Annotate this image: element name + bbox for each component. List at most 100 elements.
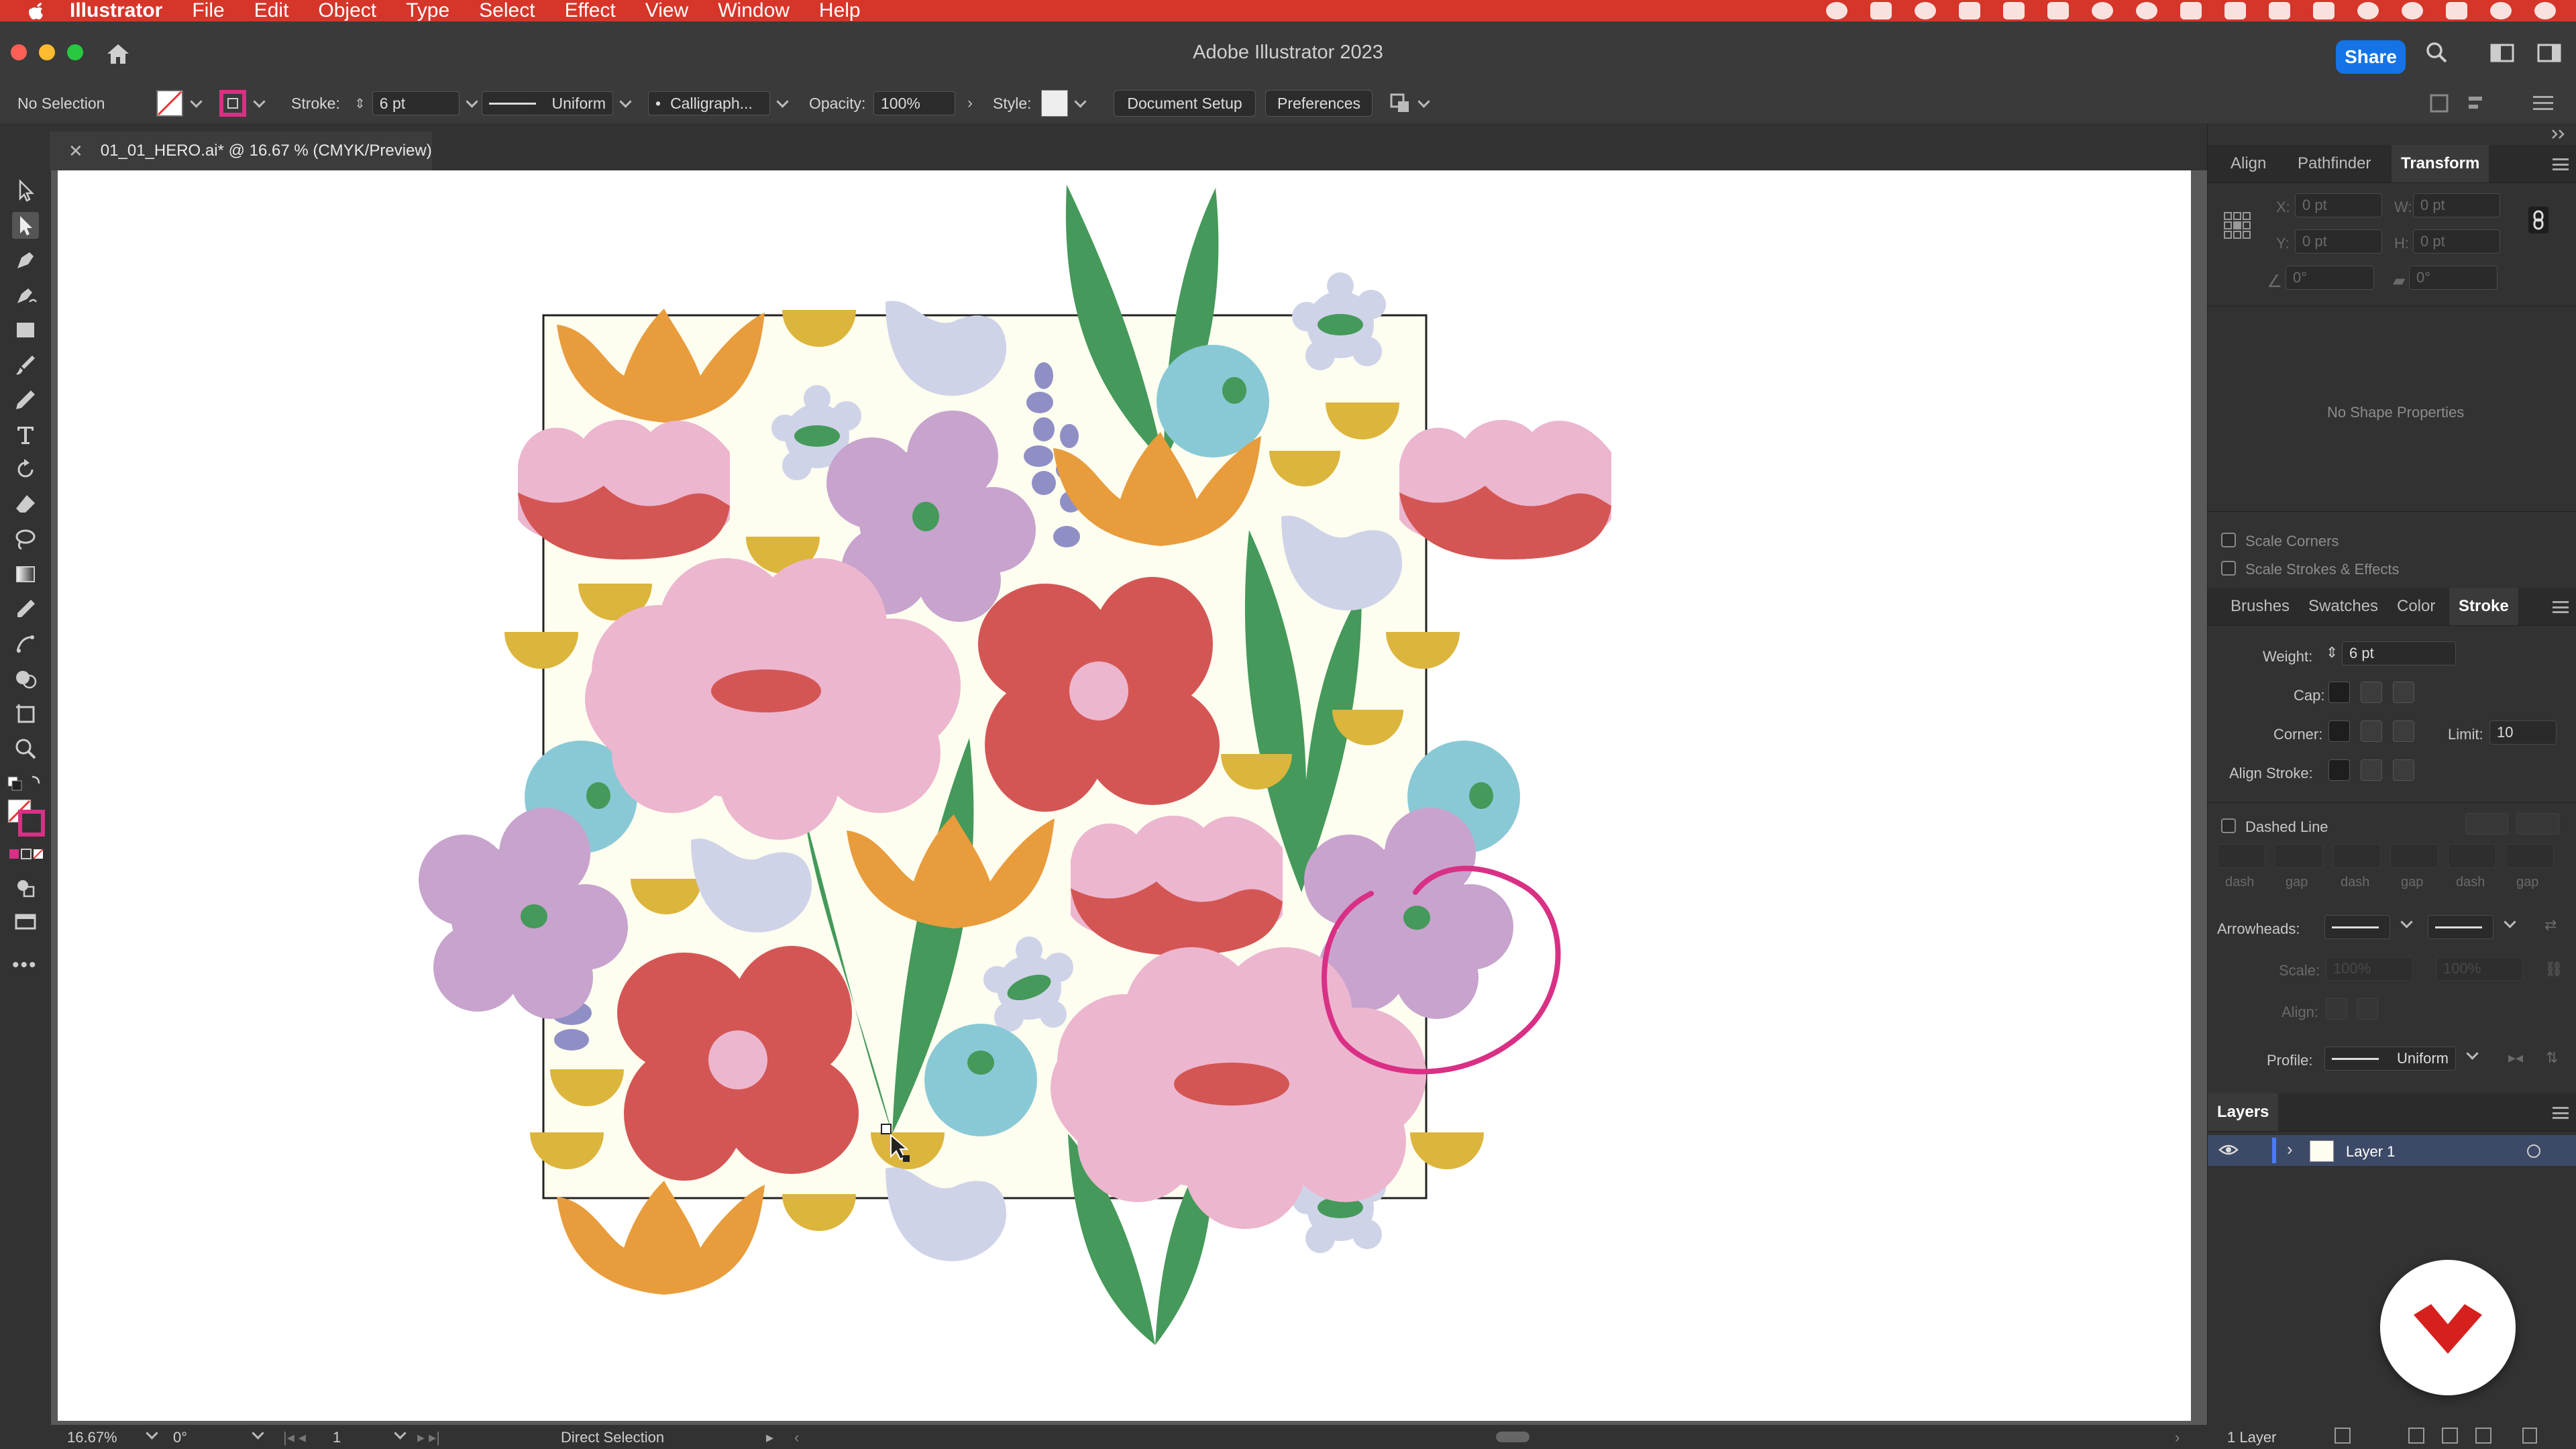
stroke-swatch-icon[interactable] (219, 89, 247, 117)
menu-icon[interactable] (2532, 94, 2556, 113)
battery-icon[interactable] (2224, 2, 2246, 19)
wifi-icon[interactable] (2269, 2, 2290, 19)
document-tab[interactable]: ✕ 01_01_HERO.ai* @ 16.67 % (CMYK/Preview… (50, 131, 432, 170)
chevron-down-icon[interactable] (146, 1427, 158, 1440)
new-layer-icon[interactable] (2475, 1428, 2491, 1444)
menu-type[interactable]: Type (406, 0, 449, 22)
shape-builder-icon[interactable] (12, 665, 39, 692)
bluetooth-icon[interactable] (2180, 2, 2202, 19)
miter-join-icon[interactable] (2328, 720, 2350, 742)
default-fill-stroke-icon[interactable] (5, 774, 46, 794)
arrange-icon[interactable] (1389, 92, 1411, 115)
opacity-field[interactable]: 100% (873, 91, 955, 115)
menu-file[interactable]: File (192, 0, 224, 22)
link-scale-icon[interactable]: ⛓ (2544, 961, 2563, 978)
chevron-down-icon[interactable] (190, 95, 203, 108)
screen-mode-icon[interactable] (12, 908, 39, 935)
bevel-join-icon[interactable] (2393, 720, 2414, 742)
menu-app-name[interactable]: Illustrator (70, 0, 162, 22)
projecting-cap-icon[interactable] (2393, 682, 2414, 703)
gradient-tool-icon[interactable] (12, 561, 39, 588)
dash-preserve-icon[interactable] (2465, 813, 2508, 835)
stepper-icon[interactable]: ⇕ (2326, 644, 2338, 661)
chevron-down-icon[interactable] (619, 95, 632, 108)
export-icon[interactable] (2334, 1428, 2351, 1444)
flip-along-icon[interactable]: ▸◂ (2508, 1049, 2523, 1067)
chevron-down-icon[interactable] (253, 95, 266, 108)
swap-arrowheads-icon[interactable]: ⇄ (2544, 916, 2557, 934)
preferences-button[interactable]: Preferences (1265, 90, 1373, 117)
paintbrush-tool-icon[interactable] (12, 352, 39, 378)
selection-tool-icon[interactable] (12, 177, 39, 204)
share-button[interactable]: Share (2336, 40, 2406, 74)
canvas-area[interactable] (51, 170, 2253, 1425)
link-icon[interactable] (2528, 207, 2548, 233)
align-inside-icon[interactable] (2361, 759, 2382, 781)
curvature-tool-icon[interactable] (12, 282, 39, 309)
workspace-switcher-icon[interactable] (2490, 43, 2514, 63)
reference-point-icon[interactable] (2222, 211, 2252, 240)
round-join-icon[interactable] (2361, 720, 2382, 742)
dash-align-icon[interactable] (2516, 813, 2559, 835)
dashed-line-checkbox[interactable] (2221, 818, 2236, 833)
draw-mode-icon[interactable] (12, 875, 39, 902)
tab-swatches[interactable]: Swatches (2308, 588, 2378, 625)
more-tools-icon[interactable]: ••• (12, 954, 38, 977)
tray-app-icon[interactable] (2534, 2, 2556, 19)
tray-app-icon[interactable] (1915, 2, 1936, 19)
horizontal-scrollbar[interactable] (1496, 1432, 1529, 1442)
tray-app-icon[interactable] (2047, 2, 2069, 19)
last-artboard-icon[interactable]: ▸ ▸| (417, 1429, 440, 1446)
arrange-documents-icon[interactable] (2537, 43, 2561, 63)
panel-options-icon[interactable] (2428, 93, 2450, 114)
tab-align[interactable]: Align (2231, 145, 2266, 182)
artboard-tool-icon[interactable] (12, 700, 39, 727)
tray-app-icon[interactable] (1870, 2, 1892, 19)
menu-help[interactable]: Help (819, 0, 861, 22)
tab-brushes[interactable]: Brushes (2231, 588, 2290, 625)
stepper-icon[interactable]: ⇕ (354, 95, 366, 112)
align-outside-icon[interactable] (2393, 759, 2414, 781)
scroll-left-icon[interactable]: ‹ (794, 1429, 799, 1446)
chevron-right-icon[interactable]: › (2287, 1139, 2293, 1160)
chevron-down-icon[interactable] (394, 1427, 407, 1440)
zoom-tool-icon[interactable] (12, 735, 39, 762)
tab-transform[interactable]: Transform (2392, 145, 2489, 182)
flip-across-icon[interactable]: ⇅ (2546, 1049, 2558, 1067)
shear-field[interactable]: 0° (2409, 266, 2498, 290)
fill-swatch-icon[interactable] (156, 89, 184, 117)
stroke-color-control[interactable] (219, 83, 266, 123)
zoom-level[interactable]: 16.67% (67, 1429, 117, 1446)
brush-definition[interactable]: • Calligraph... (648, 83, 789, 123)
dash-field[interactable] (2332, 844, 2381, 868)
panel-menu-icon[interactable] (2553, 1107, 2569, 1119)
chevron-down-icon[interactable] (2466, 1047, 2479, 1060)
arrange-control[interactable] (1389, 83, 1430, 123)
variable-width-profile[interactable]: Uniform (482, 83, 632, 123)
weight-field[interactable]: 6 pt (2342, 641, 2456, 665)
pencil-tool-icon[interactable] (12, 386, 39, 413)
search-icon[interactable] (2402, 2, 2423, 19)
color-mode-icons[interactable] (8, 848, 46, 861)
chevron-down-icon[interactable] (2504, 916, 2516, 928)
align-options-icon[interactable] (2466, 93, 2493, 114)
moon-icon[interactable] (2136, 2, 2157, 19)
pen-tool-icon[interactable] (12, 247, 39, 274)
layer-target-icon[interactable] (2527, 1144, 2540, 1158)
layer-name[interactable]: Layer 1 (2346, 1143, 2395, 1161)
clock-icon[interactable] (2357, 2, 2379, 19)
apple-icon[interactable] (25, 1, 48, 21)
end-arrowhead-select[interactable] (2428, 915, 2493, 939)
tray-app-icon[interactable] (2003, 2, 2025, 19)
tab-color[interactable]: Color (2397, 588, 2435, 625)
chevron-down-icon[interactable] (466, 95, 478, 108)
gap-field[interactable] (2506, 844, 2554, 868)
stroke-weight-field[interactable]: 6 pt (372, 91, 460, 115)
chevron-down-icon[interactable] (1417, 95, 1430, 108)
scale-strokes-checkbox[interactable] (2221, 561, 2236, 576)
profile-select[interactable]: Uniform (2324, 1046, 2456, 1071)
chevron-down-icon[interactable] (1074, 95, 1087, 108)
type-tool-icon[interactable] (12, 421, 39, 448)
menu-select[interactable]: Select (479, 0, 535, 22)
menu-edit[interactable]: Edit (254, 0, 289, 22)
